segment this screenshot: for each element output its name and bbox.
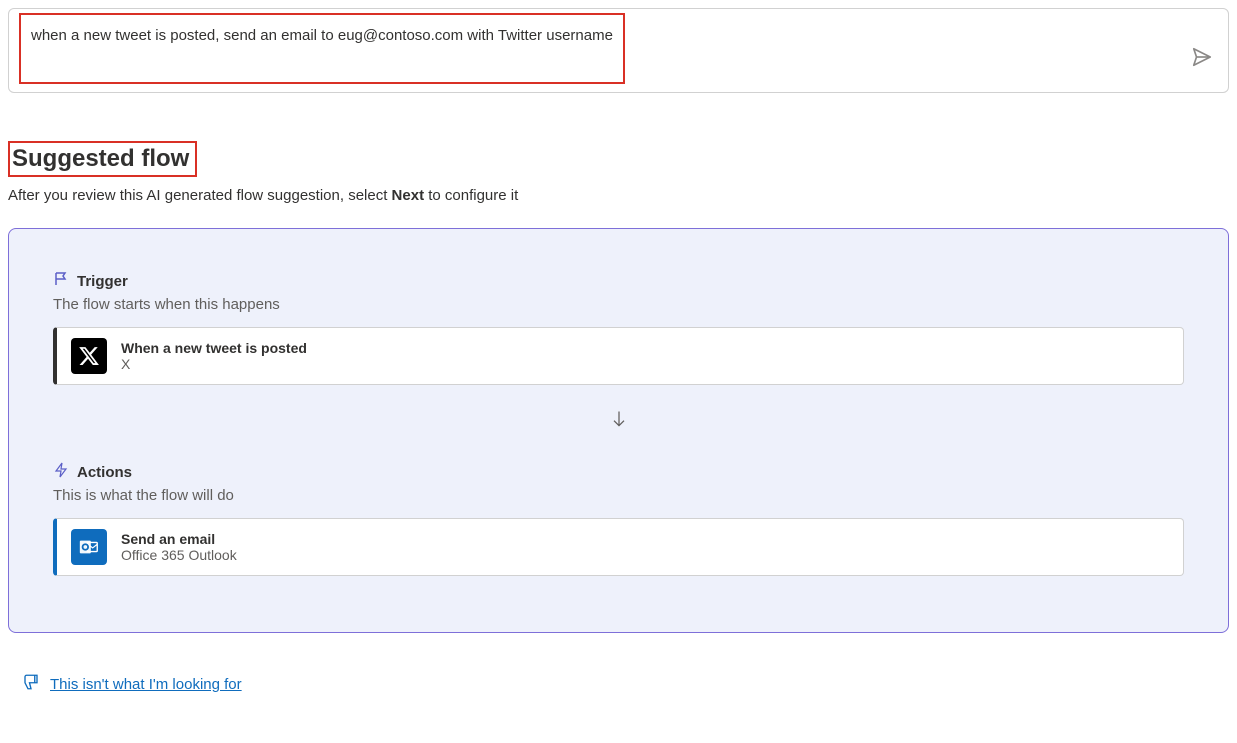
trigger-desc: The flow starts when this happens [53,296,1184,313]
action-step-text: Send an email Office 365 Outlook [121,531,237,563]
trigger-header: Trigger [53,271,1184,292]
feedback-row: This isn't what I'm looking for [8,673,1229,696]
action-step-title: Send an email [121,531,237,547]
trigger-label: Trigger [77,273,128,290]
trigger-step-title: When a new tweet is posted [121,340,307,356]
flag-icon [53,271,69,292]
trigger-step-text: When a new tweet is posted X [121,340,307,372]
heading-highlight: Suggested flow [8,141,197,177]
trigger-step-card[interactable]: When a new tweet is posted X [53,327,1184,385]
page-heading: Suggested flow [12,145,189,173]
send-button[interactable] [1190,46,1214,70]
prompt-input-container[interactable]: when a new tweet is posted, send an emai… [8,8,1229,93]
arrow-down-icon [53,409,1184,434]
lightning-icon [53,462,69,483]
send-icon [1191,46,1213,71]
actions-desc: This is what the flow will do [53,487,1184,504]
trigger-step-sub: X [121,356,307,372]
trigger-section: Trigger The flow starts when this happen… [53,271,1184,385]
outlook-icon [71,529,107,565]
x-icon [71,338,107,374]
actions-header: Actions [53,462,1184,483]
feedback-link[interactable]: This isn't what I'm looking for [50,676,242,693]
thumbs-down-icon[interactable] [22,673,40,696]
action-step-sub: Office 365 Outlook [121,547,237,563]
suggested-flow-card: Trigger The flow starts when this happen… [8,228,1229,633]
page-subheading: After you review this AI generated flow … [8,187,1229,204]
action-step-card[interactable]: Send an email Office 365 Outlook [53,518,1184,576]
actions-label: Actions [77,464,132,481]
actions-section: Actions This is what the flow will do Se… [53,462,1184,576]
prompt-text[interactable]: when a new tweet is posted, send an emai… [19,13,625,84]
